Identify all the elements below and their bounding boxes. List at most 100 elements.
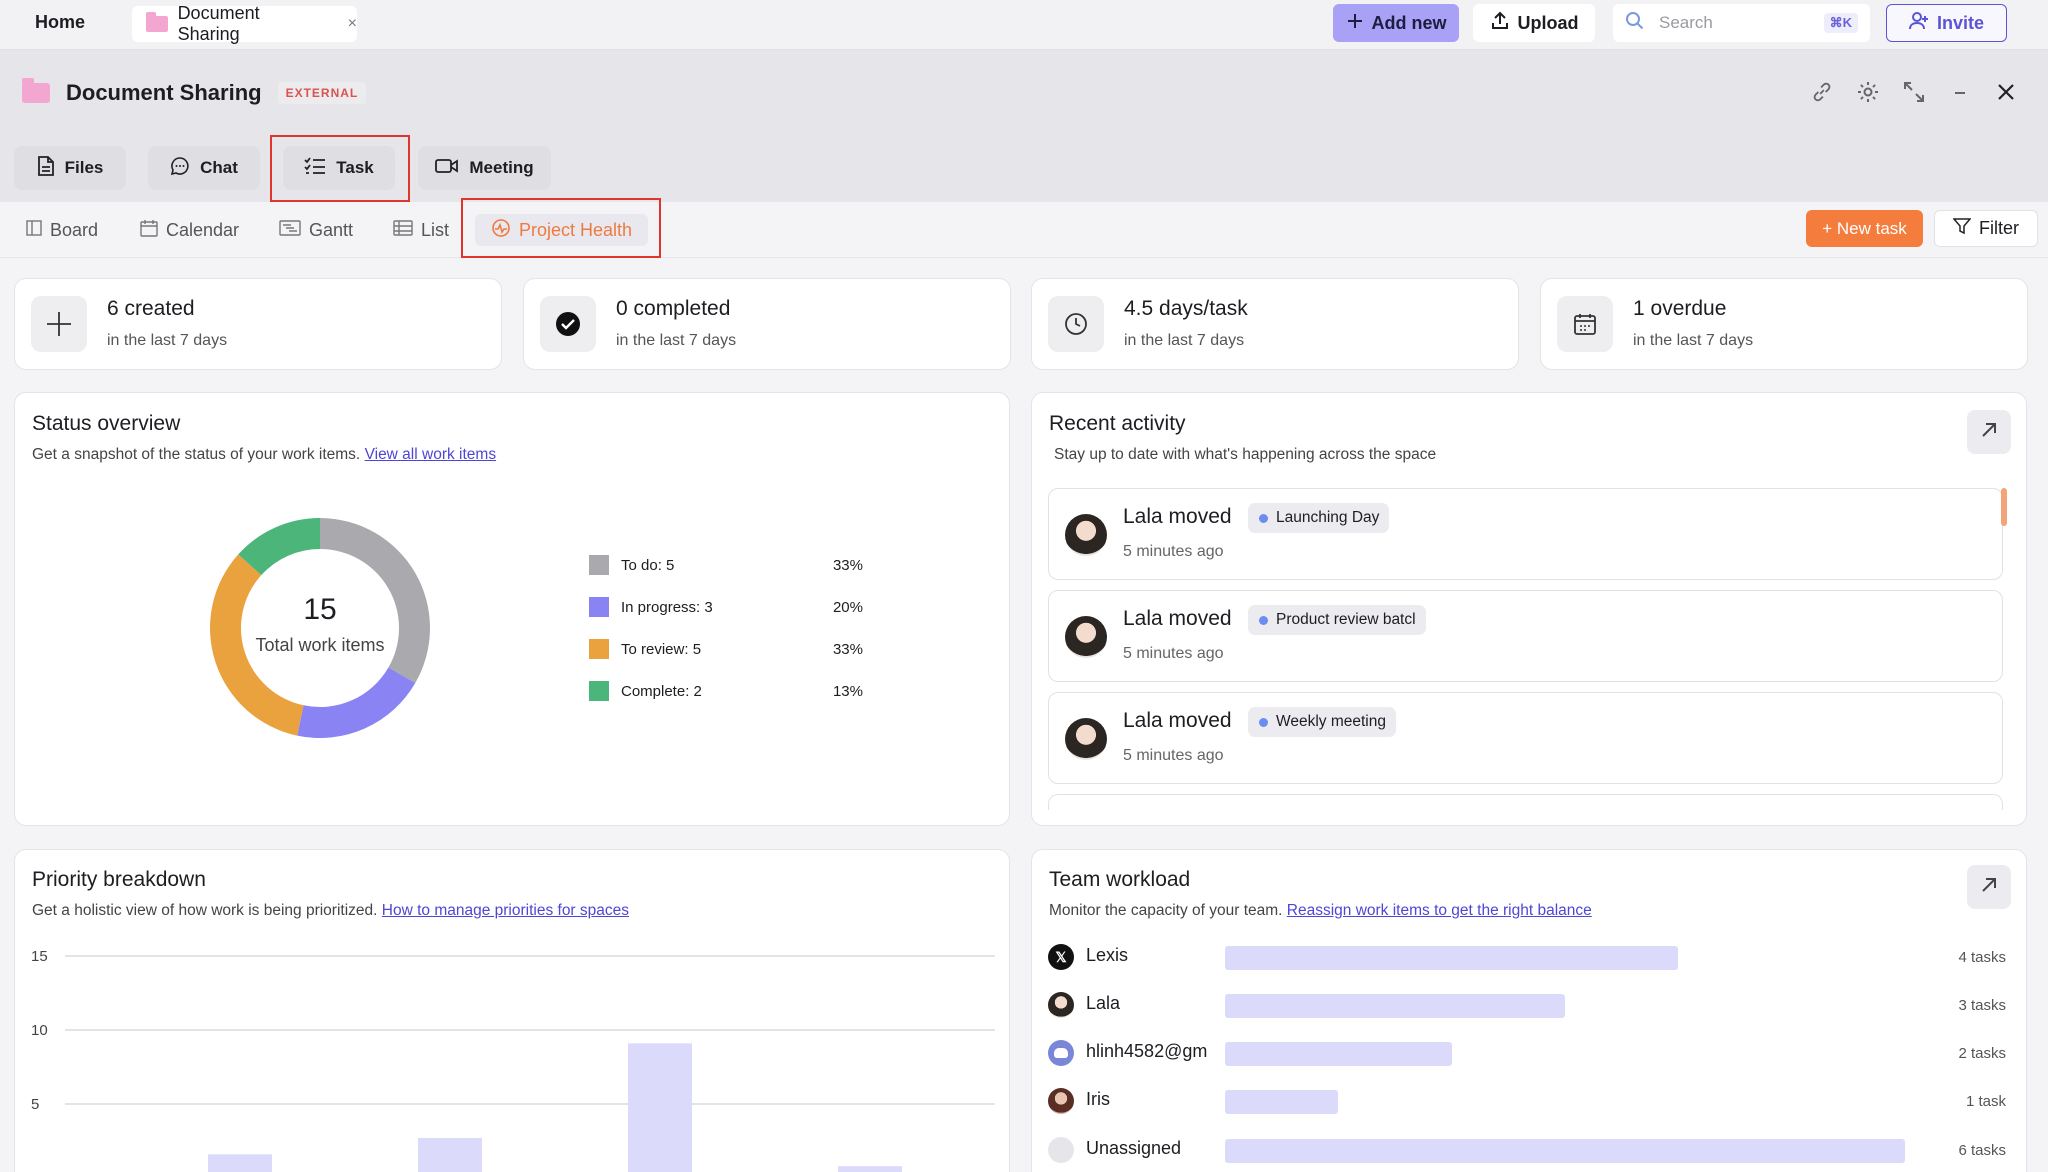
task-count: 4 tasks: [1958, 949, 2006, 966]
y-tick-label: 5: [31, 1096, 39, 1113]
card-title: Status overview: [32, 412, 181, 435]
stat-sub: in the last 7 days: [1633, 332, 1754, 349]
card-subtitle: Get a snapshot of the status of your wor…: [32, 446, 496, 464]
legend-label: To review: 5: [621, 640, 702, 658]
donut-chart: [210, 518, 430, 738]
top-bar: Home Document Sharing × Add new Upload S…: [0, 0, 2048, 50]
calendar-icon: [140, 219, 158, 242]
expand-icon[interactable]: [1902, 80, 1926, 104]
priority-bar: [208, 1154, 272, 1172]
activity-time: 5 minutes ago: [1123, 747, 1224, 764]
filter-button[interactable]: Filter: [1934, 210, 2038, 247]
activity-item-pill[interactable]: Product review batcl: [1248, 605, 1426, 635]
tab-close-icon[interactable]: ×: [348, 15, 357, 33]
view-label: List: [421, 219, 450, 240]
avatar: [1065, 718, 1107, 760]
stat-sub: in the last 7 days: [1124, 332, 1245, 349]
stat-card-duration: 4.5 days/task in the last 7 days: [1031, 278, 1519, 370]
task-count: 2 tasks: [1958, 1045, 2006, 1062]
legend-label: Complete: 2: [621, 682, 702, 700]
legend-item: In progress: 3 20%: [589, 597, 863, 617]
priority-bar: [418, 1138, 482, 1172]
member-name: Lala: [1086, 993, 1121, 1013]
stat-card-overdue: 1 overdue in the last 7 days: [1540, 278, 2028, 370]
legend-pct: 13%: [832, 682, 863, 700]
tab-title: Document Sharing: [177, 3, 260, 44]
filter-icon: [1952, 217, 1972, 240]
arrow-up-right-icon: [1978, 874, 2000, 901]
member-name: Iris: [1086, 1089, 1110, 1109]
board-icon: [26, 219, 42, 241]
view-gantt[interactable]: Gantt: [279, 214, 353, 246]
subtitle-text: Monitor the capacity of your team.: [1049, 902, 1283, 919]
upload-label: Upload: [1517, 12, 1579, 33]
tab-chat[interactable]: Chat: [148, 146, 260, 190]
view-board[interactable]: Board: [26, 214, 98, 246]
add-new-button[interactable]: Add new: [1333, 4, 1459, 42]
stat-sub: in the last 7 days: [616, 332, 737, 349]
activity-scrollbar[interactable]: [2001, 488, 2007, 526]
close-icon[interactable]: [1994, 80, 2018, 104]
card-title: Recent activity: [1049, 412, 1186, 435]
card-title: Team workload: [1049, 868, 1191, 891]
activity-item[interactable]: Lala moved Weekly meeting 5 minutes ago: [1048, 692, 2003, 784]
view-label: Board: [50, 219, 99, 240]
task-count: 1 task: [1965, 1093, 2006, 1110]
tab-label: Meeting: [469, 158, 534, 177]
legend-swatch: [589, 597, 609, 617]
view-bar: Board Calendar Gantt List Project Health…: [0, 202, 2048, 258]
stat-card-created: 6 created in the last 7 days: [14, 278, 502, 370]
view-label: Calendar: [166, 219, 240, 240]
minimize-icon[interactable]: [1948, 80, 1972, 104]
task-count: 3 tasks: [1958, 997, 2006, 1014]
activity-item[interactable]: Lala moved Launching Day 5 minutes ago: [1048, 488, 2003, 580]
workload-row: 𝕏 Lexis 4 tasks: [1048, 940, 2008, 974]
y-tick-label: 10: [31, 1022, 48, 1039]
avatar: [1065, 616, 1107, 658]
open-arrow-button[interactable]: [1967, 865, 2011, 909]
gear-icon[interactable]: [1856, 80, 1880, 104]
space-title: Document Sharing EXTERNAL: [22, 78, 367, 106]
priority-bar: [628, 1043, 692, 1172]
stat-value: 0 completed: [616, 297, 731, 320]
clock-icon: [1048, 296, 1104, 352]
tab-meeting[interactable]: Meeting: [418, 146, 551, 190]
upload-button[interactable]: Upload: [1473, 4, 1595, 42]
link-icon[interactable]: [1810, 80, 1834, 104]
task-count: 6 tasks: [1958, 1142, 2006, 1159]
activity-item-pill[interactable]: Weekly meeting: [1248, 707, 1396, 737]
new-task-button[interactable]: + New task: [1806, 210, 1923, 247]
search-input[interactable]: Search ⌘K: [1613, 4, 1870, 42]
search-shortcut: ⌘K: [1823, 13, 1858, 33]
legend-item: To do: 5 33%: [589, 555, 863, 575]
donut-total: 15: [303, 593, 337, 626]
activity-item-pill[interactable]: Launching Day: [1248, 503, 1390, 533]
document-tab[interactable]: Document Sharing ×: [132, 3, 357, 44]
home-link[interactable]: Home: [35, 12, 85, 33]
invite-button[interactable]: Invite: [1886, 4, 2007, 42]
tab-files[interactable]: Files: [14, 146, 126, 190]
folder-icon: [146, 12, 168, 32]
search-icon: [1625, 11, 1645, 36]
plus-icon: [31, 296, 87, 352]
activity-actor: Lala moved: [1123, 505, 1232, 528]
workload-row: Unassigned 6 tasks: [1048, 1133, 2008, 1167]
stat-sub: in the last 7 days: [107, 332, 228, 349]
search-placeholder: Search: [1659, 13, 1713, 32]
activity-item[interactable]: Lala moved Product review batcl 5 minute…: [1048, 590, 2003, 682]
open-arrow-button[interactable]: [1967, 410, 2011, 454]
stat-card-completed: 0 completed in the last 7 days: [523, 278, 1011, 370]
workload-row: Iris 1 task: [1048, 1084, 2008, 1118]
donut-total-label: Total work items: [255, 635, 385, 655]
reassign-link[interactable]: Reassign work items to get the right bal…: [1287, 902, 1592, 919]
avatar: [1065, 514, 1107, 556]
legend-item: To review: 5 33%: [589, 639, 863, 659]
view-all-link[interactable]: View all work items: [365, 446, 497, 463]
workload-bar: [1225, 1139, 1905, 1163]
view-calendar[interactable]: Calendar: [140, 214, 239, 246]
member-name: Lexis: [1086, 945, 1129, 965]
view-list[interactable]: List: [393, 214, 449, 246]
priority-bar-chart: 051015: [31, 948, 995, 1172]
card-subtitle: Stay up to date with what's happening ac…: [1054, 446, 1437, 463]
arrow-up-right-icon: [1978, 419, 2000, 446]
